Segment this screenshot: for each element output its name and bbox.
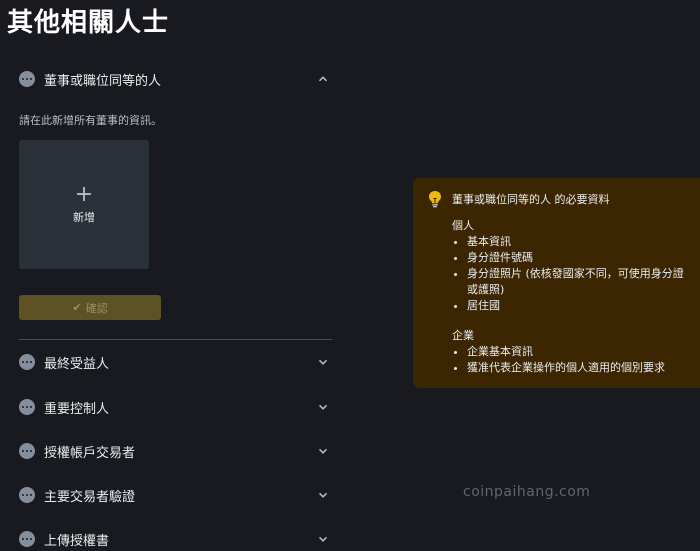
section-primary-trader-header[interactable]: 主要交易者驗證 xyxy=(19,483,332,507)
section-directors-header[interactable]: 董事或職位同等的人 xyxy=(19,67,332,91)
chevron-down-icon[interactable] xyxy=(318,402,328,412)
section-authorized-traders-header[interactable]: 授權帳戶交易者 xyxy=(19,439,332,463)
list-item: 身分證件號碼 xyxy=(467,250,688,266)
section-controllers-header[interactable]: 重要控制人 xyxy=(19,395,332,419)
lightbulb-icon xyxy=(427,190,443,208)
more-dots-icon xyxy=(19,399,35,415)
more-dots-icon xyxy=(19,487,35,503)
chevron-down-icon[interactable] xyxy=(318,534,328,544)
add-director-button[interactable]: + 新增 xyxy=(19,140,149,269)
list-item: 身分證照片 (依核發國家不同，可使用身分證或護照) xyxy=(467,266,688,298)
chevron-down-icon[interactable] xyxy=(318,446,328,456)
list-item: 基本資訊 xyxy=(467,234,688,250)
tip-corporate-list: 企業基本資訊 獲准代表企業操作的個人適用的個別要求 xyxy=(452,344,688,376)
directors-hint: 請在此新增所有董事的資訊。 xyxy=(19,114,162,127)
confirm-button[interactable]: ✔ 確認 xyxy=(19,295,161,320)
section-authorization-letter-label: 上傳授權書 xyxy=(44,533,110,549)
add-director-label: 新增 xyxy=(73,210,95,224)
list-item: 企業基本資訊 xyxy=(467,344,688,360)
page-title: 其他相關人士 xyxy=(7,8,170,38)
more-dots-icon xyxy=(19,71,35,87)
tip-header: 董事或職位同等的人 的必要資料 xyxy=(427,190,688,208)
more-dots-icon xyxy=(19,531,35,547)
list-item: 獲准代表企業操作的個人適用的個別要求 xyxy=(467,360,688,376)
chevron-down-icon[interactable] xyxy=(318,357,328,367)
tip-body: 個人 基本資訊 身分證件號碼 身分證照片 (依核發國家不同，可使用身分證或護照)… xyxy=(452,218,688,376)
more-dots-icon xyxy=(19,354,35,370)
section-authorization-letter-header[interactable]: 上傳授權書 xyxy=(19,527,332,551)
chevron-up-icon[interactable] xyxy=(318,74,328,84)
section-primary-trader-label: 主要交易者驗證 xyxy=(44,489,136,505)
section-beneficial-owners-label: 最終受益人 xyxy=(44,356,110,372)
watermark: coinpaihang.com xyxy=(463,484,591,500)
section-beneficial-owners-header[interactable]: 最終受益人 xyxy=(19,350,332,374)
tip-corporate-label: 企業 xyxy=(452,329,474,342)
section-directors-label: 董事或職位同等的人 xyxy=(44,73,162,89)
requirements-tip-card: 董事或職位同等的人 的必要資料 個人 基本資訊 身分證件號碼 身分證照片 (依核… xyxy=(413,178,700,388)
chevron-down-icon[interactable] xyxy=(318,490,328,500)
tip-individual-label: 個人 xyxy=(452,219,474,232)
list-item: 居住國 xyxy=(467,298,688,314)
plus-icon: + xyxy=(74,181,94,207)
confirm-label: 確認 xyxy=(85,301,108,315)
check-icon: ✔ xyxy=(72,301,82,314)
tip-individual-list: 基本資訊 身分證件號碼 身分證照片 (依核發國家不同，可使用身分證或護照) 居住… xyxy=(452,234,688,314)
section-divider xyxy=(19,339,332,340)
section-controllers-label: 重要控制人 xyxy=(44,401,110,417)
tip-title: 董事或職位同等的人 的必要資料 xyxy=(452,193,610,206)
more-dots-icon xyxy=(19,443,35,459)
section-authorized-traders-label: 授權帳戶交易者 xyxy=(44,445,136,461)
